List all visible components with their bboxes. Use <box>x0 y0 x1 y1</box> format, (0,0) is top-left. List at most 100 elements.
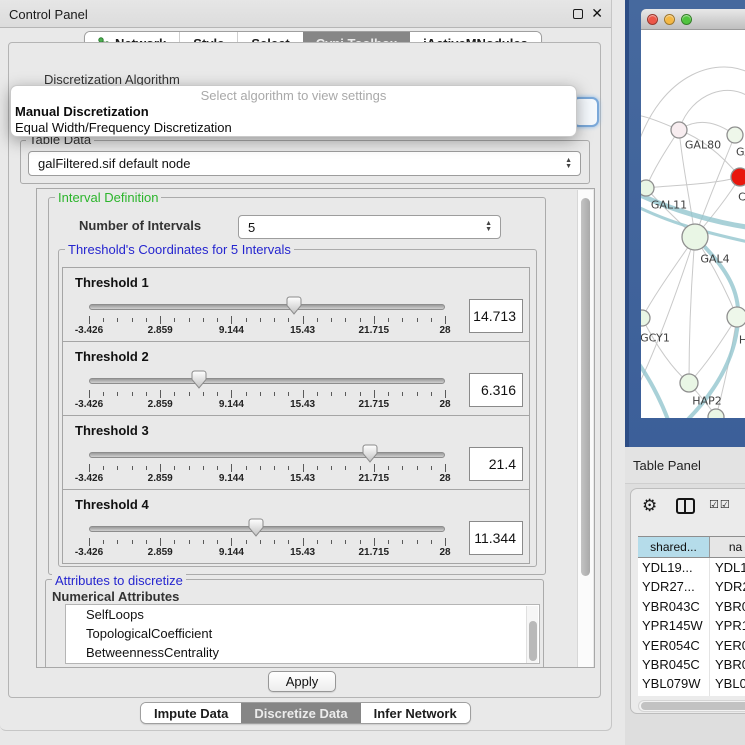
attribute-item[interactable]: SelfLoops <box>66 605 539 624</box>
scale-label: -3.426 <box>75 473 103 484</box>
slider-thumb[interactable] <box>191 370 207 389</box>
control-panel-title: Control Panel <box>9 7 88 22</box>
table-row[interactable]: YER054CYER0 <box>638 636 745 655</box>
slider-track[interactable] <box>89 452 445 458</box>
tick-mark <box>417 318 418 322</box>
network-node-ga[interactable] <box>727 127 743 143</box>
scale-label: 15.43 <box>290 547 315 558</box>
network-edge[interactable] <box>689 317 737 383</box>
slider-thumb[interactable] <box>286 296 302 315</box>
algorithm-option[interactable]: Manual Discretization <box>11 104 576 120</box>
table-row[interactable]: YBR045CYBR0 <box>638 655 745 674</box>
slider-track[interactable] <box>89 304 445 310</box>
network-edge[interactable] <box>642 237 695 318</box>
table-horizontal-scrollbar[interactable] <box>638 700 745 712</box>
network-node-unlabeled[interactable] <box>708 409 724 418</box>
tab-infer-network[interactable]: Infer Network <box>361 703 470 723</box>
tick-mark <box>388 466 389 470</box>
slider-thumb[interactable] <box>362 444 378 463</box>
attribute-items: SelfLoopsTopologicalCoefficientBetweenne… <box>66 605 539 662</box>
algorithm-popup-list: Manual DiscretizationEqual Width/Frequen… <box>11 104 576 136</box>
settings-scrollbar[interactable] <box>577 190 593 668</box>
table-row[interactable]: YBR043CYBR0 <box>638 597 745 616</box>
table-row[interactable]: YBL079WYBL0 <box>638 674 745 693</box>
attributes-scrollbar-thumb[interactable] <box>529 621 537 661</box>
select-columns-checkboxes-icon[interactable]: ☑☑ <box>709 498 731 511</box>
threshold-label: Threshold 3 <box>75 423 149 438</box>
tick-mark <box>360 318 361 322</box>
attribute-item[interactable]: BetweennessCentrality <box>66 643 539 662</box>
network-node-h[interactable] <box>727 307 745 327</box>
tick-mark <box>402 318 403 322</box>
control-panel-titlebar: Control Panel ✕ <box>0 0 611 28</box>
tick-mark <box>360 466 361 470</box>
network-node-c[interactable] <box>731 168 745 186</box>
scale-label: -3.426 <box>75 547 103 558</box>
scale-label: -3.426 <box>75 325 103 336</box>
table-panel-header: Table Panel <box>625 447 745 484</box>
threshold-value-field[interactable]: 6.316 <box>469 373 523 407</box>
column-header[interactable]: na <box>710 537 745 557</box>
tick-mark <box>303 316 304 324</box>
attribute-item[interactable]: TopologicalCoefficient <box>66 624 539 643</box>
table-row[interactable]: YDL19...YDL1 <box>638 558 745 577</box>
tick-mark <box>431 318 432 322</box>
tick-mark <box>203 466 204 470</box>
table-data-combobox[interactable]: galFiltered.sif default node ▲▼ <box>28 151 581 176</box>
threshold-panel: Threshold 2 -3.4262.8599.14415.4321.7152… <box>62 341 530 416</box>
threshold-value-field[interactable]: 21.4 <box>469 447 523 481</box>
network-node-gal11[interactable] <box>641 180 654 196</box>
node-label: GAL80 <box>685 139 721 152</box>
interval-definition-label: Interval Definition <box>55 190 161 205</box>
settings-scrollbar-thumb[interactable] <box>581 198 590 576</box>
tick-mark <box>431 392 432 396</box>
threshold-value-field[interactable]: 14.713 <box>469 299 523 333</box>
network-node-gal80[interactable] <box>671 122 687 138</box>
slider-track[interactable] <box>89 526 445 532</box>
tick-mark <box>203 540 204 544</box>
table-row[interactable]: YDR27...YDR2 <box>638 577 745 596</box>
slider-thumb[interactable] <box>248 518 264 537</box>
tick-mark <box>89 390 90 398</box>
table-row[interactable]: YLR345WYLR3 <box>638 694 745 696</box>
apply-button[interactable]: Apply <box>268 671 336 692</box>
scale-label: 28 <box>439 473 450 484</box>
tick-mark <box>246 318 247 322</box>
slider-track[interactable] <box>89 378 445 384</box>
close-window-icon[interactable]: ✕ <box>591 5 603 22</box>
table-horizontal-scrollbar-thumb[interactable] <box>641 702 745 710</box>
table-cell: YBL0 <box>710 674 745 693</box>
network-edge[interactable] <box>689 237 695 383</box>
slider-ticks <box>89 316 445 325</box>
tab-impute-data[interactable]: Impute Data <box>141 703 241 723</box>
table-row[interactable]: YPR145WYPR1 <box>638 616 745 635</box>
network-node-gcy1[interactable] <box>641 310 650 326</box>
network-node-gal4[interactable] <box>682 224 708 250</box>
minimize-traffic-light[interactable] <box>664 14 675 25</box>
numerical-attributes-list[interactable]: SelfLoopsTopologicalCoefficientBetweenne… <box>65 604 540 664</box>
tick-mark <box>103 466 104 470</box>
column-header[interactable]: shared... <box>638 537 710 557</box>
attributes-scrollbar[interactable] <box>526 606 538 664</box>
threshold-value-field[interactable]: 11.344 <box>469 521 523 555</box>
tab-label: Discretize Data <box>254 706 347 721</box>
network-node-hap2[interactable] <box>680 374 698 392</box>
network-edge[interactable] <box>642 318 689 383</box>
close-traffic-light[interactable] <box>647 14 658 25</box>
tick-mark <box>402 392 403 396</box>
float-window-icon[interactable] <box>573 9 583 19</box>
attributes-group: Attributes to discretize Numerical Attri… <box>45 579 544 668</box>
network-edge[interactable] <box>646 130 679 188</box>
tick-mark <box>132 540 133 544</box>
tick-mark <box>288 318 289 322</box>
tab-discretize-data[interactable]: Discretize Data <box>241 703 360 723</box>
number-of-intervals-combobox[interactable]: 5 ▲▼ <box>238 215 501 239</box>
split-columns-icon[interactable] <box>676 498 695 514</box>
zoom-traffic-light[interactable] <box>681 14 692 25</box>
table-settings-gear-icon[interactable]: ⚙ <box>642 496 657 516</box>
tick-mark <box>431 466 432 470</box>
network-canvas[interactable]: GAL80GACGAL11GAL4GCY1HHAP2 <box>641 30 745 418</box>
network-edge[interactable] <box>646 177 740 188</box>
scale-label: 15.43 <box>290 325 315 336</box>
algorithm-option[interactable]: Equal Width/Frequency Discretization <box>11 120 576 136</box>
